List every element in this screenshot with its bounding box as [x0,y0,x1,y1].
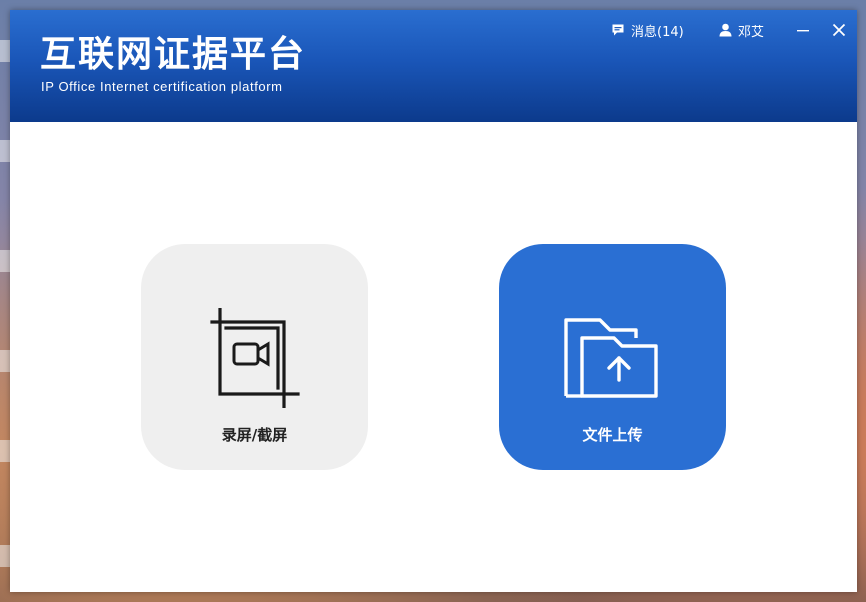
user-icon [719,23,732,37]
file-upload-label: 文件上传 [582,426,643,444]
desktop-shortcut[interactable] [0,250,10,272]
app-header: 互联网证据平台 IP Office Internet certification… [10,10,857,122]
screen-record-label: 录屏/截屏 [221,426,288,444]
messages-label: 消息(14) [631,24,684,40]
desktop-shortcut[interactable] [0,140,10,162]
desktop-shortcut[interactable] [0,350,10,372]
file-upload-card[interactable]: 文件上传 [499,244,726,470]
minimize-icon [797,30,809,32]
screen-record-crop-icon [210,308,300,408]
messages-button[interactable]: 消息(14) [611,20,684,40]
screen-record-card[interactable]: 录屏/截屏 [141,244,368,470]
app-title: 互联网证据平台 [40,33,307,75]
desktop-shortcut[interactable] [0,40,10,62]
user-menu[interactable]: 邓艾 [719,20,764,40]
app-subtitle: IP Office Internet certification platfor… [41,79,283,94]
message-icon [612,24,624,36]
desktop-shortcut[interactable] [0,545,10,567]
close-icon [832,23,846,37]
app-window: 互联网证据平台 IP Office Internet certification… [10,10,857,592]
folder-upload-icon [564,318,658,398]
minimize-button[interactable] [793,20,813,40]
close-button[interactable] [829,20,849,40]
user-name: 邓艾 [738,24,765,40]
desktop-shortcut[interactable] [0,440,10,462]
